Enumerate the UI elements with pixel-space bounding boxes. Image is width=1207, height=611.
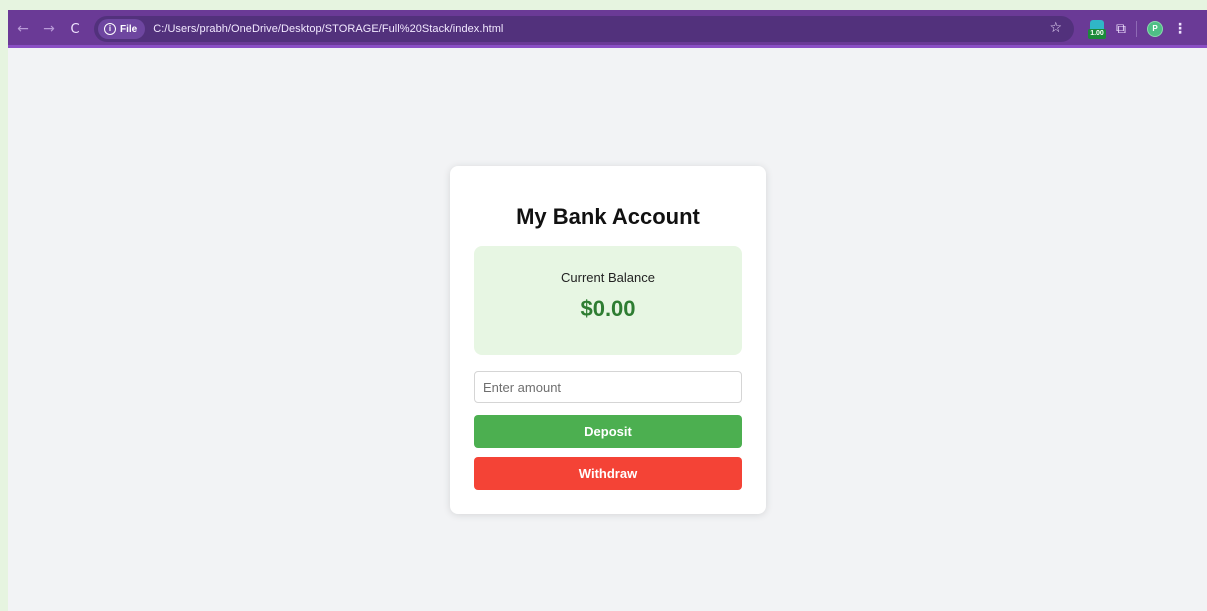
site-info-label: File — [120, 23, 138, 35]
site-info-chip[interactable]: i File — [98, 19, 146, 39]
toolbar-divider — [1136, 21, 1137, 37]
browser-window: ← → C i File C:/Users/prabh/OneDrive/Des… — [8, 10, 1207, 611]
reload-icon[interactable]: C — [62, 16, 88, 42]
address-bar[interactable]: i File C:/Users/prabh/OneDrive/Desktop/S… — [94, 16, 1074, 42]
extension-badge-value: 1.00 — [1088, 29, 1106, 39]
amount-input[interactable] — [474, 371, 742, 403]
page-title: My Bank Account — [516, 204, 700, 229]
profile-avatar[interactable]: P — [1147, 21, 1163, 37]
info-icon: i — [104, 23, 116, 35]
forward-arrow-icon[interactable]: → — [36, 16, 62, 42]
puzzle-icon[interactable]: ⧉ — [1116, 21, 1126, 37]
extension-icon[interactable]: 1.00 — [1088, 19, 1106, 39]
withdraw-button[interactable]: Withdraw — [474, 457, 742, 490]
browser-toolbar: ← → C i File C:/Users/prabh/OneDrive/Des… — [8, 10, 1207, 48]
deposit-button[interactable]: Deposit — [474, 415, 742, 448]
back-arrow-icon[interactable]: ← — [10, 16, 36, 42]
extensions-area: 1.00 ⧉ P ⋮ — [1088, 19, 1187, 39]
balance-value: $0.00 — [580, 296, 636, 321]
star-icon[interactable]: ☆ — [1049, 20, 1062, 36]
bank-account-card: My Bank Account Current Balance $0.00 De… — [450, 166, 766, 514]
balance-label: Current Balance — [561, 270, 655, 285]
kebab-menu-icon[interactable]: ⋮ — [1173, 21, 1187, 37]
url-text[interactable]: C:/Users/prabh/OneDrive/Desktop/STORAGE/… — [153, 23, 503, 35]
balance-panel: Current Balance $0.00 — [474, 246, 742, 355]
